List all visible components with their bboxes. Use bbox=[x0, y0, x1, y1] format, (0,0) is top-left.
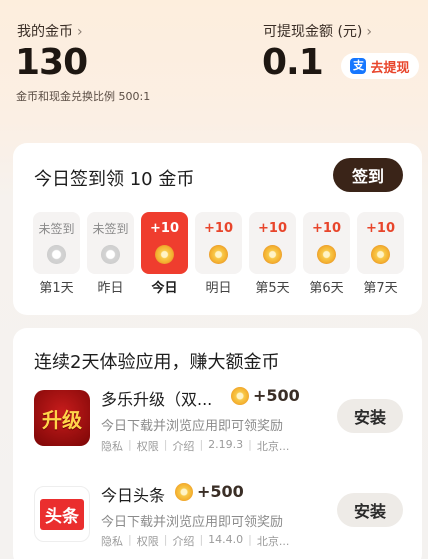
withdrawable-label: 可提现金额 (元) bbox=[263, 24, 363, 40]
privacy-link[interactable]: 隐私 bbox=[101, 533, 123, 549]
app-description: 今日下载并浏览应用即可领奖励 bbox=[101, 419, 284, 434]
day-label: 第7天 bbox=[363, 281, 398, 296]
intro-link[interactable]: 介绍 bbox=[172, 438, 194, 454]
checkin-title: 今日签到领 10 金币 bbox=[34, 169, 195, 190]
checkin-day-4: +10 bbox=[195, 212, 242, 274]
app-meta: 隐私 | 权限 | 介绍 | 2.19.3 | 北京... bbox=[101, 438, 289, 454]
divider: | bbox=[199, 438, 204, 451]
checkin-card: 今日签到领 10 金币 签到 未签到 未签到 +10 +10 +10 +10 +… bbox=[13, 143, 422, 315]
app-version: 2.19.3 bbox=[208, 438, 244, 451]
app-trial-title: 连续2天体验应用，赚大额金币 bbox=[34, 352, 280, 373]
permissions-link[interactable]: 权限 bbox=[137, 533, 159, 549]
coin-icon bbox=[101, 245, 120, 264]
day-label: 第1天 bbox=[39, 281, 74, 296]
coin-icon bbox=[231, 386, 249, 405]
alipay-icon: 支 bbox=[350, 58, 367, 74]
my-coins-link[interactable]: 我的金币 › bbox=[17, 21, 83, 41]
divider: | bbox=[128, 533, 132, 546]
divider: | bbox=[163, 533, 168, 546]
divider: | bbox=[248, 533, 252, 546]
day-reward: 未签到 bbox=[92, 222, 129, 236]
day-reward: +10 bbox=[312, 221, 341, 236]
app-reward-amount: +500 bbox=[253, 386, 300, 405]
withdraw-button-label: 去提现 bbox=[370, 60, 410, 76]
divider: | bbox=[199, 533, 204, 546]
divider: | bbox=[248, 438, 252, 451]
app-icon-toutiao[interactable]: 头条 bbox=[34, 486, 90, 542]
checkin-day-6: +10 bbox=[303, 212, 350, 274]
app-reward: +500 bbox=[175, 482, 244, 501]
coin-icon bbox=[371, 245, 390, 264]
day-label: 第5天 bbox=[255, 281, 290, 296]
chevron-right-icon: › bbox=[366, 24, 372, 40]
day-label: 第6天 bbox=[309, 281, 344, 296]
app-icon-text: 头条 bbox=[40, 498, 84, 530]
app-icon-duole[interactable]: 升级 bbox=[34, 390, 90, 446]
day-label: 昨日 bbox=[97, 281, 124, 296]
install-button[interactable]: 安装 bbox=[337, 399, 403, 433]
app-description: 今日下载并浏览应用即可领奖励 bbox=[101, 515, 284, 530]
divider: | bbox=[128, 438, 132, 451]
day-reward: +10 bbox=[204, 221, 233, 236]
checkin-day-1: 未签到 bbox=[33, 212, 80, 274]
app-trial-card: 连续2天体验应用，赚大额金币 升级 多乐升级（双... +500 今日下载并浏览… bbox=[13, 328, 422, 559]
coin-icon bbox=[263, 245, 282, 264]
intro-link[interactable]: 介绍 bbox=[172, 533, 194, 549]
coin-icon bbox=[209, 245, 228, 264]
withdrawable-amount-link[interactable]: 可提现金额 (元) › bbox=[263, 21, 372, 41]
day-reward: 未签到 bbox=[38, 222, 75, 236]
app-name[interactable]: 今日头条 bbox=[101, 482, 165, 506]
permissions-link[interactable]: 权限 bbox=[137, 438, 159, 454]
privacy-link[interactable]: 隐私 bbox=[101, 438, 123, 454]
checkin-day-7: +10 bbox=[357, 212, 404, 274]
coin-icon bbox=[175, 482, 193, 501]
app-developer: 北京... bbox=[256, 440, 290, 453]
exchange-rate-text: 金币和现金兑换比例 500:1 bbox=[16, 90, 151, 103]
checkin-day-2: 未签到 bbox=[87, 212, 134, 274]
app-reward: +500 bbox=[231, 386, 300, 405]
day-label: 今日 bbox=[151, 281, 178, 296]
coin-icon bbox=[47, 245, 66, 264]
coin-icon bbox=[317, 245, 336, 264]
divider: | bbox=[163, 438, 168, 451]
day-reward: +10 bbox=[366, 221, 395, 236]
checkin-day-3: +10 bbox=[141, 212, 188, 274]
app-meta: 隐私 | 权限 | 介绍 | 14.4.0 | 北京... bbox=[101, 533, 289, 549]
day-label: 明日 bbox=[205, 281, 232, 296]
my-coins-label: 我的金币 bbox=[17, 24, 73, 40]
day-reward: +10 bbox=[258, 221, 287, 236]
wallet-header: 我的金币 › 130 金币和现金兑换比例 500:1 可提现金额 (元) › 0.1… bbox=[0, 0, 428, 130]
checkin-button[interactable]: 签到 bbox=[333, 158, 403, 192]
app-version: 14.4.0 bbox=[208, 533, 244, 546]
chevron-right-icon: › bbox=[77, 24, 83, 40]
withdraw-button[interactable]: 支 去提现 bbox=[341, 53, 419, 79]
day-reward: +10 bbox=[150, 221, 179, 236]
checkin-day-5: +10 bbox=[249, 212, 296, 274]
coins-balance: 130 bbox=[15, 42, 88, 83]
install-button[interactable]: 安装 bbox=[337, 493, 403, 527]
app-reward-amount: +500 bbox=[197, 482, 244, 501]
app-name[interactable]: 多乐升级（双... bbox=[101, 386, 212, 410]
coin-icon bbox=[155, 245, 174, 264]
cash-balance: 0.1 bbox=[262, 42, 324, 83]
app-developer: 北京... bbox=[256, 535, 290, 548]
app-icon-text: 升级 bbox=[42, 407, 82, 432]
